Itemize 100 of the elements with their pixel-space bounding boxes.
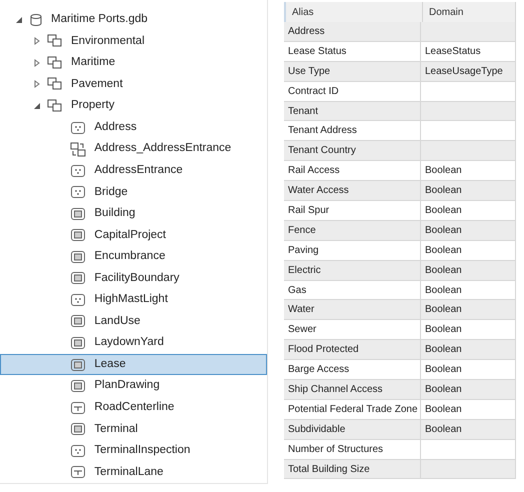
table-cell: Boolean xyxy=(421,181,516,200)
polygon-layer-icon xyxy=(70,206,86,221)
table-cell: Lease Status xyxy=(284,42,421,61)
database-icon xyxy=(29,12,43,27)
tree-item[interactable]: RoadCenterline xyxy=(0,396,267,418)
tree-item-label: FacilityBoundary xyxy=(94,270,180,286)
table-cell: Boolean xyxy=(421,161,516,180)
tree-item[interactable]: PlanDrawing xyxy=(0,375,267,397)
table-cell: Sewer xyxy=(284,320,421,340)
table-cell: LeaseUsageType xyxy=(421,62,516,81)
table-cell: LeaseStatus xyxy=(421,42,516,61)
point-layer-icon xyxy=(70,292,86,307)
table-cell: Flood Protected xyxy=(284,340,421,360)
polygon-layer-icon xyxy=(70,271,86,286)
tree-item-label: Encumbrance xyxy=(94,249,166,264)
table-cell: Rail Spur xyxy=(284,201,421,220)
tree-item-label: Maritime Ports.gdb xyxy=(51,12,148,28)
table-cell: Boolean xyxy=(421,201,516,220)
tree-item[interactable]: Terminal xyxy=(0,418,267,440)
tree-item[interactable]: Lease xyxy=(0,354,267,376)
tree-item-label: TerminalLane xyxy=(94,464,164,480)
table-cell: Ship Channel Access xyxy=(284,380,421,399)
tree-item[interactable]: CapitalProject xyxy=(0,224,267,246)
tree-item-label: PlanDrawing xyxy=(94,378,160,394)
tree-item[interactable]: FacilityBoundary xyxy=(0,268,267,290)
table-cell: Barge Access xyxy=(284,360,421,380)
tree-item-label: RoadCenterline xyxy=(94,400,174,415)
stacked-squares-icon xyxy=(47,77,63,92)
table-cell: Boolean xyxy=(421,320,516,340)
tree-item-label: Address_AddressEntrance xyxy=(94,141,232,156)
polygon-layer-icon xyxy=(70,250,86,264)
table-cell: Boolean xyxy=(421,300,516,320)
tree-item[interactable]: Environmental xyxy=(0,30,267,52)
table-cell: Boolean xyxy=(421,400,516,419)
tree-item-label: Maritime xyxy=(71,55,116,70)
tree-item-label: LandUse xyxy=(94,314,140,329)
tree-item-label: Pavement xyxy=(71,76,123,92)
tree-item-label: AddressEntrance xyxy=(94,162,183,178)
table-cell: Paving xyxy=(284,240,421,260)
tree-item[interactable]: Encumbrance xyxy=(0,246,267,268)
collapsed-caret-icon[interactable] xyxy=(33,80,41,88)
tree-item[interactable]: Maritime xyxy=(0,52,267,74)
table-cell: Address xyxy=(284,22,421,41)
table-cell: Potential Federal Trade Zone xyxy=(284,400,421,419)
table-cell: Number of Structures xyxy=(284,440,421,459)
tree-item-label: Lease xyxy=(94,356,126,372)
stacked-squares-icon xyxy=(47,98,63,113)
tree-item-label: Property xyxy=(71,98,114,114)
tree-item[interactable]: Maritime Ports.gdb xyxy=(0,9,267,31)
tree-item[interactable]: TerminalLane xyxy=(0,461,267,484)
tree-item-label: Environmental xyxy=(71,34,145,49)
tree-item[interactable]: Address xyxy=(0,116,267,138)
polygon-layer-icon xyxy=(70,228,86,242)
tree-item-label: HighMastLight xyxy=(94,292,168,308)
table-cell: Subdividable xyxy=(284,420,421,439)
line-layer-icon xyxy=(70,400,86,415)
tree-item[interactable]: LandUse xyxy=(0,310,267,332)
tree-item[interactable]: LaydownYard xyxy=(0,332,267,354)
expanded-caret-icon[interactable] xyxy=(15,16,23,24)
stacked-squares-icon xyxy=(47,56,63,70)
table-cell: Tenant xyxy=(284,102,421,120)
table-cell: Total Building Size xyxy=(284,460,421,478)
tree-item-label: Terminal xyxy=(94,422,138,437)
tree-item[interactable]: Building xyxy=(0,202,267,224)
polygon-layer-icon xyxy=(70,336,86,350)
stacked-squares-icon xyxy=(47,34,63,48)
tree-item[interactable]: TerminalInspection xyxy=(0,440,267,462)
table-cell: Water xyxy=(284,300,421,320)
tree-item-label: LaydownYard xyxy=(94,335,164,350)
collapsed-caret-icon[interactable] xyxy=(33,37,41,46)
polygon-layer-icon xyxy=(70,422,86,436)
polygon-layer-icon xyxy=(70,379,86,394)
tree-item[interactable]: Address_AddressEntrance xyxy=(0,138,267,160)
expanded-caret-icon[interactable] xyxy=(33,102,41,110)
table-cell: Tenant Country xyxy=(284,141,421,160)
table-cell: Tenant Address xyxy=(284,121,421,140)
polygon-layer-icon xyxy=(70,358,86,372)
tree-item[interactable]: Bridge xyxy=(0,181,267,203)
tree-item-label: Address xyxy=(94,120,137,135)
table-cell: Gas xyxy=(284,280,421,300)
polygon-layer-icon xyxy=(70,314,86,328)
relationship-icon xyxy=(70,142,86,157)
tree-item-label: CapitalProject xyxy=(94,228,166,243)
table-cell: Use Type xyxy=(284,62,421,81)
point-layer-icon xyxy=(70,185,86,200)
point-layer-icon xyxy=(70,444,86,458)
tree-item[interactable]: HighMastLight xyxy=(0,289,267,311)
table-cell: Boolean xyxy=(421,340,516,360)
table-cell: Boolean xyxy=(421,360,516,380)
tree-item[interactable]: AddressEntrance xyxy=(0,160,267,182)
table-cell: Boolean xyxy=(421,260,516,280)
table-cell: Electric xyxy=(284,260,421,280)
table-cell: Water Access xyxy=(284,181,421,200)
table-cell: Boolean xyxy=(421,220,516,240)
table-cell: Rail Access xyxy=(284,161,421,180)
table-cell: Boolean xyxy=(421,380,516,399)
line-layer-icon xyxy=(70,465,86,480)
collapsed-caret-icon[interactable] xyxy=(33,58,41,67)
tree-item[interactable]: Property xyxy=(0,95,267,117)
tree-item[interactable]: Pavement xyxy=(0,74,267,96)
